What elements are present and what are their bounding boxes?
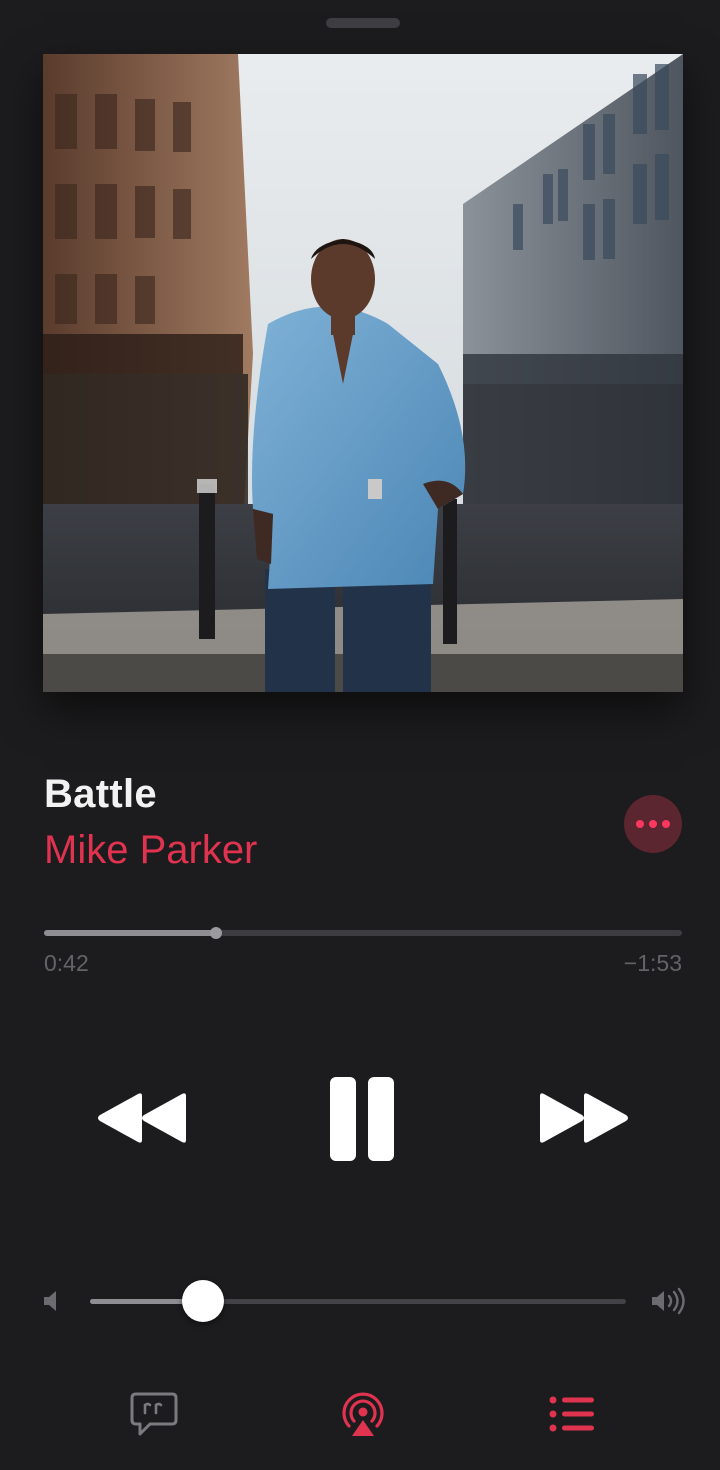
scrubber-progress <box>44 930 217 936</box>
rewind-icon <box>98 1093 186 1143</box>
album-artwork <box>43 54 683 692</box>
ellipsis-icon <box>662 820 670 828</box>
remaining-time: −1:53 <box>623 950 682 976</box>
airplay-button[interactable] <box>338 1390 388 1445</box>
ellipsis-icon <box>636 820 644 828</box>
speaker-low-icon <box>42 1289 62 1318</box>
volume-slider[interactable] <box>90 1280 626 1322</box>
artwork-image <box>43 54 683 692</box>
more-options-button[interactable] <box>624 795 682 853</box>
pause-button[interactable] <box>322 1074 402 1164</box>
speaker-high-icon <box>650 1287 688 1320</box>
queue-button[interactable] <box>548 1394 596 1439</box>
fast-forward-icon <box>540 1093 628 1143</box>
ellipsis-icon <box>649 820 657 828</box>
rewind-button[interactable] <box>96 1088 188 1148</box>
song-title: Battle <box>44 772 157 816</box>
lyrics-icon <box>130 1392 178 1436</box>
pause-icon <box>330 1077 356 1161</box>
scrubber-knob[interactable] <box>210 927 223 939</box>
elapsed-time: 0:42 <box>44 950 89 976</box>
volume-knob[interactable] <box>181 1280 224 1322</box>
playback-scrubber[interactable] <box>44 927 682 939</box>
artist-name[interactable]: Mike Parker <box>44 828 257 873</box>
sheet-grabber[interactable] <box>326 18 400 28</box>
airplay-audio-icon <box>342 1392 384 1436</box>
queue-list-icon <box>549 1396 594 1432</box>
fast-forward-button[interactable] <box>538 1088 630 1148</box>
lyrics-button[interactable] <box>128 1390 180 1443</box>
pause-icon <box>368 1077 394 1161</box>
now-playing-sheet: Battle Mike Parker 0:42 −1:53 <box>0 0 720 1470</box>
